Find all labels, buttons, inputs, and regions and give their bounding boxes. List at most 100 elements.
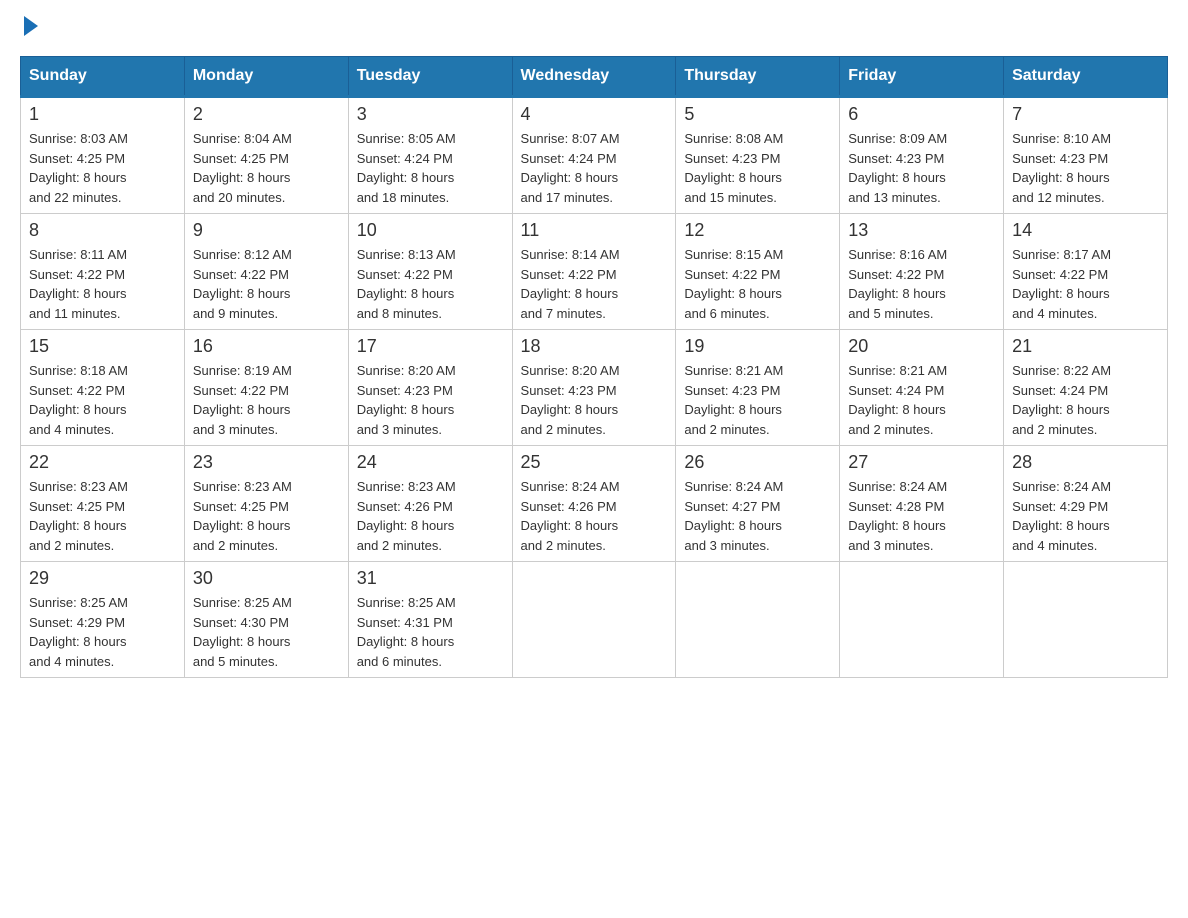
day-info: Sunrise: 8:08 AMSunset: 4:23 PMDaylight:… bbox=[684, 129, 831, 207]
day-number: 26 bbox=[684, 452, 831, 473]
day-info: Sunrise: 8:16 AMSunset: 4:22 PMDaylight:… bbox=[848, 245, 995, 323]
calendar-cell bbox=[512, 562, 676, 678]
day-number: 7 bbox=[1012, 104, 1159, 125]
day-info: Sunrise: 8:05 AMSunset: 4:24 PMDaylight:… bbox=[357, 129, 504, 207]
day-number: 23 bbox=[193, 452, 340, 473]
day-number: 18 bbox=[521, 336, 668, 357]
calendar-cell: 27Sunrise: 8:24 AMSunset: 4:28 PMDayligh… bbox=[840, 446, 1004, 562]
page-header bbox=[20, 20, 1168, 36]
day-info: Sunrise: 8:21 AMSunset: 4:24 PMDaylight:… bbox=[848, 361, 995, 439]
calendar-cell: 24Sunrise: 8:23 AMSunset: 4:26 PMDayligh… bbox=[348, 446, 512, 562]
day-info: Sunrise: 8:09 AMSunset: 4:23 PMDaylight:… bbox=[848, 129, 995, 207]
day-number: 16 bbox=[193, 336, 340, 357]
calendar-cell: 7 Sunrise: 8:10 AMSunset: 4:23 PMDaylight… bbox=[1004, 97, 1168, 214]
calendar-cell: 28Sunrise: 8:24 AMSunset: 4:29 PMDayligh… bbox=[1004, 446, 1168, 562]
day-number: 25 bbox=[521, 452, 668, 473]
calendar-cell: 25 Sunrise: 8:24 AMSunset: 4:26 PMDayligh… bbox=[512, 446, 676, 562]
calendar-cell: 8Sunrise: 8:11 AMSunset: 4:22 PMDaylight… bbox=[21, 214, 185, 330]
day-info: Sunrise: 8:25 AMSunset: 4:29 PMDaylight:… bbox=[29, 593, 176, 671]
day-info: Sunrise: 8:22 AMSunset: 4:24 PMDaylight:… bbox=[1012, 361, 1159, 439]
calendar-cell: 13Sunrise: 8:16 AMSunset: 4:22 PMDayligh… bbox=[840, 214, 1004, 330]
header-sunday: Sunday bbox=[21, 57, 185, 97]
calendar-cell: 22 Sunrise: 8:23 AMSunset: 4:25 PMDayligh… bbox=[21, 446, 185, 562]
day-info: Sunrise: 8:14 AMSunset: 4:22 PMDaylight:… bbox=[521, 245, 668, 323]
day-info: Sunrise: 8:24 AMSunset: 4:29 PMDaylight:… bbox=[1012, 477, 1159, 555]
day-number: 9 bbox=[193, 220, 340, 241]
day-info: Sunrise: 8:19 AMSunset: 4:22 PMDaylight:… bbox=[193, 361, 340, 439]
calendar-cell: 14 Sunrise: 8:17 AMSunset: 4:22 PMDayligh… bbox=[1004, 214, 1168, 330]
day-info: Sunrise: 8:20 AMSunset: 4:23 PMDaylight:… bbox=[521, 361, 668, 439]
day-number: 17 bbox=[357, 336, 504, 357]
calendar-cell: 17 Sunrise: 8:20 AMSunset: 4:23 PMDayligh… bbox=[348, 330, 512, 446]
calendar-cell: 31 Sunrise: 8:25 AMSunset: 4:31 PMDayligh… bbox=[348, 562, 512, 678]
calendar-cell: 19Sunrise: 8:21 AMSunset: 4:23 PMDayligh… bbox=[676, 330, 840, 446]
logo-blue-text bbox=[20, 20, 38, 36]
calendar-cell: 30 Sunrise: 8:25 AMSunset: 4:30 PMDayligh… bbox=[184, 562, 348, 678]
day-number: 31 bbox=[357, 568, 504, 589]
calendar-cell: 21 Sunrise: 8:22 AMSunset: 4:24 PMDayligh… bbox=[1004, 330, 1168, 446]
day-info: Sunrise: 8:23 AMSunset: 4:25 PMDaylight:… bbox=[193, 477, 340, 555]
header-saturday: Saturday bbox=[1004, 57, 1168, 97]
day-number: 11 bbox=[521, 220, 668, 241]
calendar-cell: 29 Sunrise: 8:25 AMSunset: 4:29 PMDayligh… bbox=[21, 562, 185, 678]
day-number: 3 bbox=[357, 104, 504, 125]
header-wednesday: Wednesday bbox=[512, 57, 676, 97]
day-number: 6 bbox=[848, 104, 995, 125]
day-number: 21 bbox=[1012, 336, 1159, 357]
header-thursday: Thursday bbox=[676, 57, 840, 97]
calendar-week-row: 8Sunrise: 8:11 AMSunset: 4:22 PMDaylight… bbox=[21, 214, 1168, 330]
calendar-cell: 15 Sunrise: 8:18 AMSunset: 4:22 PMDayligh… bbox=[21, 330, 185, 446]
calendar-cell: 12 Sunrise: 8:15 AMSunset: 4:22 PMDayligh… bbox=[676, 214, 840, 330]
day-info: Sunrise: 8:23 AMSunset: 4:25 PMDaylight:… bbox=[29, 477, 176, 555]
day-number: 12 bbox=[684, 220, 831, 241]
calendar-cell: 18 Sunrise: 8:20 AMSunset: 4:23 PMDayligh… bbox=[512, 330, 676, 446]
day-info: Sunrise: 8:17 AMSunset: 4:22 PMDaylight:… bbox=[1012, 245, 1159, 323]
day-info: Sunrise: 8:07 AMSunset: 4:24 PMDaylight:… bbox=[521, 129, 668, 207]
day-number: 5 bbox=[684, 104, 831, 125]
calendar-cell: 2 Sunrise: 8:04 AMSunset: 4:25 PMDaylight… bbox=[184, 97, 348, 214]
day-number: 29 bbox=[29, 568, 176, 589]
calendar-cell: 1 Sunrise: 8:03 AMSunset: 4:25 PMDaylight… bbox=[21, 97, 185, 214]
header-monday: Monday bbox=[184, 57, 348, 97]
calendar-cell: 5 Sunrise: 8:08 AMSunset: 4:23 PMDaylight… bbox=[676, 97, 840, 214]
calendar-cell: 16 Sunrise: 8:19 AMSunset: 4:22 PMDayligh… bbox=[184, 330, 348, 446]
calendar-cell: 3 Sunrise: 8:05 AMSunset: 4:24 PMDaylight… bbox=[348, 97, 512, 214]
calendar-cell: 26 Sunrise: 8:24 AMSunset: 4:27 PMDayligh… bbox=[676, 446, 840, 562]
day-info: Sunrise: 8:03 AMSunset: 4:25 PMDaylight:… bbox=[29, 129, 176, 207]
day-info: Sunrise: 8:24 AMSunset: 4:27 PMDaylight:… bbox=[684, 477, 831, 555]
logo-arrow-icon bbox=[24, 16, 38, 36]
calendar-week-row: 29 Sunrise: 8:25 AMSunset: 4:29 PMDayligh… bbox=[21, 562, 1168, 678]
day-number: 2 bbox=[193, 104, 340, 125]
day-info: Sunrise: 8:04 AMSunset: 4:25 PMDaylight:… bbox=[193, 129, 340, 207]
day-number: 20 bbox=[848, 336, 995, 357]
day-number: 1 bbox=[29, 104, 176, 125]
calendar-week-row: 22 Sunrise: 8:23 AMSunset: 4:25 PMDayligh… bbox=[21, 446, 1168, 562]
day-number: 19 bbox=[684, 336, 831, 357]
day-info: Sunrise: 8:12 AMSunset: 4:22 PMDaylight:… bbox=[193, 245, 340, 323]
logo bbox=[20, 20, 38, 36]
calendar-cell bbox=[840, 562, 1004, 678]
header-friday: Friday bbox=[840, 57, 1004, 97]
day-info: Sunrise: 8:13 AMSunset: 4:22 PMDaylight:… bbox=[357, 245, 504, 323]
calendar-cell: 4 Sunrise: 8:07 AMSunset: 4:24 PMDaylight… bbox=[512, 97, 676, 214]
day-number: 14 bbox=[1012, 220, 1159, 241]
day-info: Sunrise: 8:10 AMSunset: 4:23 PMDaylight:… bbox=[1012, 129, 1159, 207]
calendar-cell bbox=[1004, 562, 1168, 678]
day-number: 4 bbox=[521, 104, 668, 125]
day-info: Sunrise: 8:24 AMSunset: 4:26 PMDaylight:… bbox=[521, 477, 668, 555]
day-number: 8 bbox=[29, 220, 176, 241]
day-info: Sunrise: 8:20 AMSunset: 4:23 PMDaylight:… bbox=[357, 361, 504, 439]
calendar-cell: 6 Sunrise: 8:09 AMSunset: 4:23 PMDaylight… bbox=[840, 97, 1004, 214]
day-number: 27 bbox=[848, 452, 995, 473]
calendar-table: Sunday Monday Tuesday Wednesday Thursday… bbox=[20, 56, 1168, 678]
day-info: Sunrise: 8:25 AMSunset: 4:31 PMDaylight:… bbox=[357, 593, 504, 671]
day-info: Sunrise: 8:15 AMSunset: 4:22 PMDaylight:… bbox=[684, 245, 831, 323]
day-info: Sunrise: 8:18 AMSunset: 4:22 PMDaylight:… bbox=[29, 361, 176, 439]
day-number: 22 bbox=[29, 452, 176, 473]
day-number: 10 bbox=[357, 220, 504, 241]
day-number: 15 bbox=[29, 336, 176, 357]
calendar-cell: 10 Sunrise: 8:13 AMSunset: 4:22 PMDayligh… bbox=[348, 214, 512, 330]
calendar-week-row: 15 Sunrise: 8:18 AMSunset: 4:22 PMDayligh… bbox=[21, 330, 1168, 446]
day-number: 30 bbox=[193, 568, 340, 589]
day-info: Sunrise: 8:25 AMSunset: 4:30 PMDaylight:… bbox=[193, 593, 340, 671]
